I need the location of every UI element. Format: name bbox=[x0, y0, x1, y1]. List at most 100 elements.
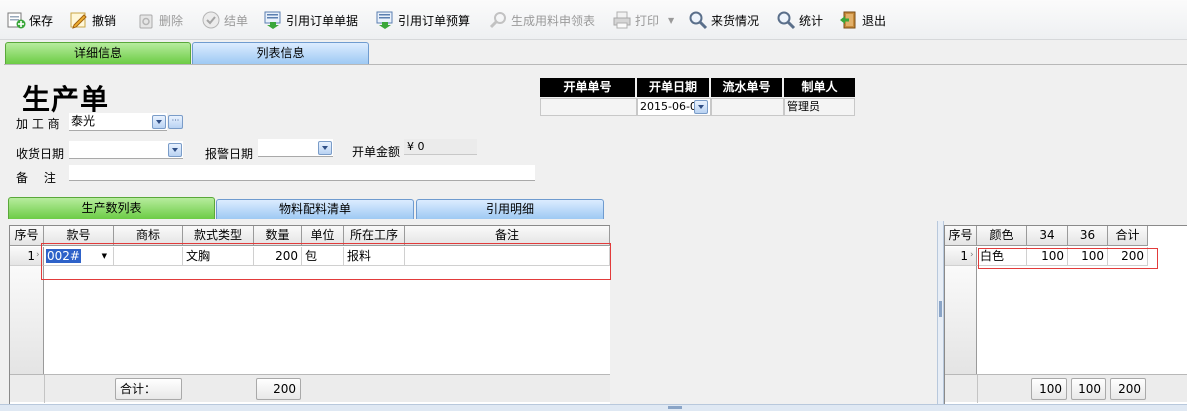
exit-label: 退出 bbox=[862, 13, 887, 28]
size-grid: 序号 颜色 34 36 合计 1 › 白色 100 100 200 100 10… bbox=[944, 225, 1187, 404]
check-circle-icon bbox=[201, 10, 221, 30]
tab-production[interactable]: 生产数列表 bbox=[8, 197, 215, 219]
exit-door-icon bbox=[839, 10, 859, 30]
toolbar: 保存 撤销 删除 结单 引用订单单据 引用订单预算 生成用料申领表 打印 ▼ 来… bbox=[0, 0, 1187, 40]
row-pointer-icon: › bbox=[36, 250, 40, 260]
close-order-label: 结单 bbox=[224, 13, 249, 28]
footer-size-36-total: 100 bbox=[1071, 378, 1106, 400]
size-footer: 100 100 200 bbox=[945, 374, 1187, 403]
col-size-36[interactable]: 36 bbox=[1068, 226, 1108, 246]
arrival-status-label: 来货情况 bbox=[711, 13, 760, 28]
delete-label: 删除 bbox=[159, 13, 184, 28]
recycle-icon bbox=[136, 10, 156, 30]
size-34-cell[interactable]: 100 bbox=[1027, 247, 1068, 266]
brand-cell[interactable] bbox=[114, 247, 183, 266]
info-header-order-date: 开单日期 bbox=[637, 78, 711, 97]
col-style-type[interactable]: 款式类型 bbox=[183, 226, 254, 246]
color-cell[interactable]: 白色 bbox=[977, 247, 1027, 266]
style-no-value: 002# bbox=[46, 249, 81, 263]
chevron-down-icon[interactable] bbox=[318, 141, 332, 155]
arrival-status-button[interactable]: 来货情况 bbox=[688, 8, 759, 32]
production-grid: 序号 款号 商标 款式类型 数量 单位 所在工序 备注 1 › 002# ▼ 文… bbox=[9, 225, 610, 404]
col-seq[interactable]: 序号 bbox=[945, 226, 977, 246]
col-unit[interactable]: 单位 bbox=[302, 226, 344, 246]
chevron-down-icon[interactable] bbox=[168, 143, 182, 157]
col-brand[interactable]: 商标 bbox=[114, 226, 183, 246]
info-creator[interactable]: 管理员 bbox=[784, 98, 855, 116]
save-add-icon bbox=[6, 10, 26, 30]
ref-order-doc-label: 引用订单单据 bbox=[286, 13, 359, 28]
print-label: 打印 bbox=[635, 13, 660, 28]
tab-materials[interactable]: 物料配料清单 bbox=[216, 199, 414, 219]
size-36-cell[interactable]: 100 bbox=[1068, 247, 1108, 266]
amount-label: 开单金额 bbox=[352, 145, 401, 159]
col-process[interactable]: 所在工序 bbox=[344, 226, 405, 246]
printer-icon bbox=[612, 10, 632, 30]
info-serial-no[interactable] bbox=[711, 98, 784, 116]
col-style-no[interactable]: 款号 bbox=[44, 226, 114, 246]
total-cell[interactable]: 200 bbox=[1108, 247, 1148, 266]
gen-material-request-button[interactable]: 生成用料申领表 bbox=[488, 8, 595, 32]
remark-input[interactable] bbox=[69, 165, 535, 181]
info-header-creator: 制单人 bbox=[784, 78, 855, 97]
receive-date-picker[interactable] bbox=[69, 141, 183, 159]
ref-order-doc-button[interactable]: 引用订单单据 bbox=[263, 8, 358, 32]
gen-material-request-label: 生成用料申领表 bbox=[511, 13, 596, 28]
ellipsis-button[interactable]: ··· bbox=[168, 115, 183, 129]
col-size-34[interactable]: 34 bbox=[1027, 226, 1068, 246]
statistics-label: 统计 bbox=[799, 13, 824, 28]
row-header-filler bbox=[10, 266, 44, 374]
print-button[interactable]: 打印 ▼ bbox=[612, 8, 674, 32]
remark-cell[interactable] bbox=[405, 247, 610, 266]
col-qty[interactable]: 数量 bbox=[254, 226, 302, 246]
remark-label: 备 注 bbox=[16, 171, 56, 185]
row-header-filler bbox=[945, 266, 977, 374]
col-seq[interactable]: 序号 bbox=[10, 226, 44, 246]
ref-order-budget-label: 引用订单预算 bbox=[398, 13, 471, 28]
save-button[interactable]: 保存 bbox=[6, 8, 53, 32]
row-pointer-icon: › bbox=[970, 250, 974, 260]
qty-cell[interactable]: 200 bbox=[254, 247, 302, 266]
doc-download-icon bbox=[263, 10, 283, 30]
info-header-order-no: 开单单号 bbox=[540, 78, 637, 97]
search-icon bbox=[488, 10, 508, 30]
page-title: 生产单 bbox=[22, 83, 110, 116]
save-label: 保存 bbox=[29, 13, 54, 28]
info-header-serial-no: 流水单号 bbox=[711, 78, 784, 97]
exit-button[interactable]: 退出 bbox=[839, 8, 886, 32]
close-order-button[interactable]: 结单 bbox=[201, 8, 248, 32]
chevron-down-icon[interactable]: ▼ bbox=[102, 247, 107, 265]
tab-list[interactable]: 列表信息 bbox=[192, 42, 369, 64]
tab-refs[interactable]: 引用明细 bbox=[416, 199, 604, 219]
col-remark[interactable]: 备注 bbox=[405, 226, 610, 246]
col-total[interactable]: 合计 bbox=[1108, 226, 1148, 246]
info-order-no[interactable] bbox=[540, 98, 637, 116]
tab-detail[interactable]: 详细信息 bbox=[5, 42, 191, 64]
style-no-cell[interactable]: 002# ▼ bbox=[44, 247, 114, 266]
vertical-splitter[interactable] bbox=[937, 221, 944, 404]
style-type-cell[interactable]: 文胸 bbox=[183, 247, 254, 266]
ref-order-budget-button[interactable]: 引用订单预算 bbox=[375, 8, 470, 32]
search-icon bbox=[688, 10, 708, 30]
process-cell[interactable]: 报料 bbox=[344, 247, 405, 266]
undo-button[interactable]: 撤销 bbox=[69, 8, 116, 32]
chevron-down-icon[interactable]: ▼ bbox=[668, 16, 674, 25]
search-icon bbox=[776, 10, 796, 30]
statistics-button[interactable]: 统计 bbox=[776, 8, 823, 32]
alarm-date-label: 报警日期 bbox=[205, 147, 254, 161]
delete-button[interactable]: 删除 bbox=[136, 8, 183, 32]
receive-date-label: 收货日期 bbox=[16, 147, 65, 161]
processor-label: 加 工 商 bbox=[16, 117, 60, 131]
unit-cell[interactable]: 包 bbox=[302, 247, 344, 266]
undo-label: 撤销 bbox=[92, 13, 117, 28]
bottom-splitter[interactable] bbox=[0, 404, 1187, 411]
chevron-down-icon[interactable] bbox=[694, 100, 708, 114]
footer-qty-total: 200 bbox=[256, 378, 301, 400]
production-footer: 合计： 200 bbox=[10, 374, 610, 403]
pencil-icon bbox=[69, 10, 89, 30]
amount-field[interactable]: ¥ 0 bbox=[404, 139, 477, 155]
col-color[interactable]: 颜色 bbox=[977, 226, 1027, 246]
processor-value: 泰光 bbox=[71, 114, 96, 128]
chevron-down-icon[interactable] bbox=[152, 115, 166, 129]
footer-total-label: 合计： bbox=[115, 378, 182, 400]
